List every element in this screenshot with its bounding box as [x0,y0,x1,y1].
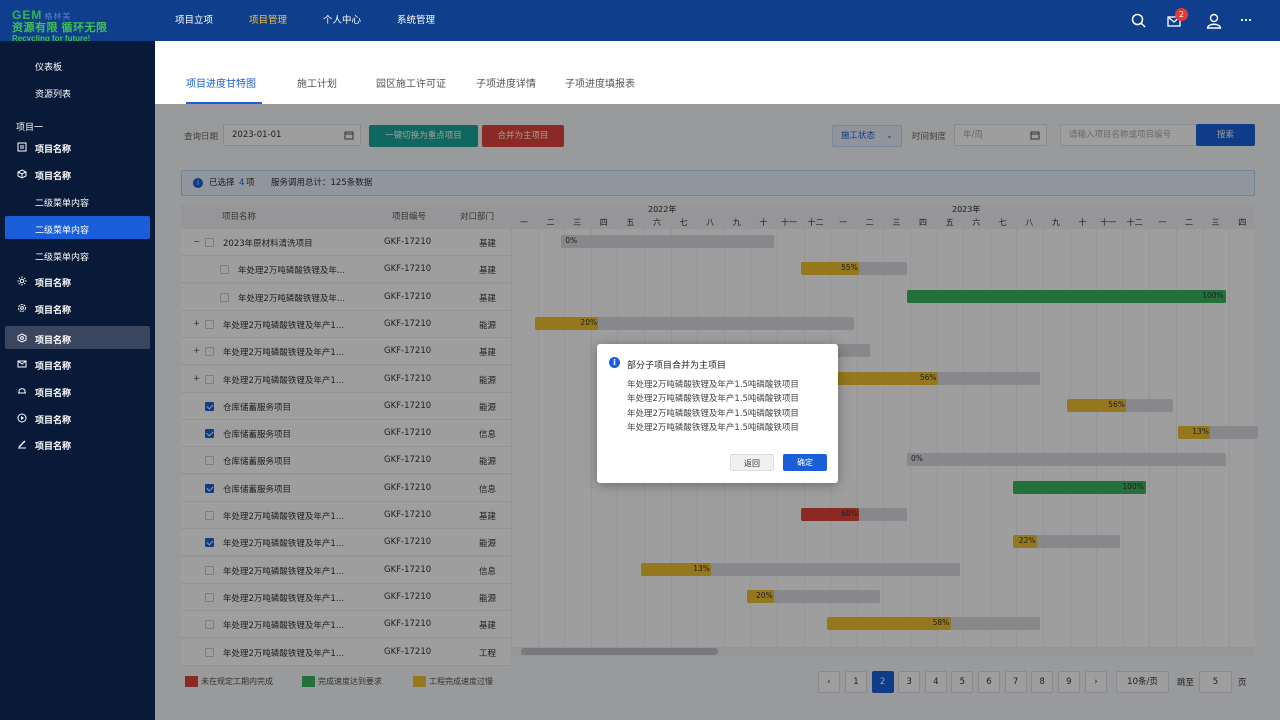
more-icon[interactable] [1238,12,1256,30]
tab-bar: 项目进度甘特图 施工计划 园区施工许可证 子项进度详情 子项进度填报表 [155,41,1280,104]
sidebar-item-label: 二级菜单内容 [35,199,90,209]
nav-item-project-setup[interactable]: 项目立项 [175,0,213,41]
sidebar-item-label: 项目名称 [35,389,72,399]
tab-subitem-report[interactable]: 子项进度填报表 [565,75,635,90]
play-icon [17,413,27,423]
hexagon-icon [17,333,27,343]
document-icon [17,142,27,152]
sidebar-item-label: 项目名称 [35,145,72,155]
sidebar-item-label: 资源列表 [35,90,72,100]
sidebar-subitem-2-selected[interactable]: 二级菜单内容 [5,216,150,239]
sidebar-item-project-5-hover[interactable]: 项目名称 [5,326,150,349]
search-icon[interactable] [1130,12,1148,30]
sidebar-group-title: 项目一 [16,123,44,133]
logo: GEM 格林美 资源有限 循环无限 Recycling for future! [12,8,152,43]
sidebar-item-label: 项目名称 [35,362,72,372]
modal-line: 年处理2万吨磷酸铁锂及年产1.5吨磷酸铁项目 [627,409,799,419]
user-icon[interactable] [1205,12,1223,30]
cube-icon [17,169,27,179]
sidebar-item-label: 二级菜单内容 [35,253,90,263]
nav-item-system-management[interactable]: 系统管理 [397,0,435,41]
tab-subitem-detail[interactable]: 子项进度详情 [476,75,536,90]
sidebar: 仪表板 资源列表 项目一 项目名称 项目名称 二级菜单内容 二级菜单内容 二级菜… [0,41,155,720]
sidebar-item-label: 项目名称 [35,442,72,452]
sidebar-item-label: 仪表板 [35,63,63,73]
nav-item-personal-center[interactable]: 个人中心 [323,0,361,41]
logo-slogan-cn: 资源有限 循环无限 [12,22,108,34]
modal-line: 年处理2万吨磷酸铁锂及年产1.5吨磷酸铁项目 [627,380,799,390]
modal-title: 部分子项目合并为主项目 [627,361,727,371]
sidebar-item-label: 项目名称 [35,336,72,346]
tab-gantt[interactable]: 项目进度甘特图 [186,75,256,90]
tab-park-permit[interactable]: 园区施工许可证 [376,75,446,90]
pen-icon [18,440,26,449]
sidebar-item-label: 项目名称 [35,416,72,426]
sidebar-item-label: 项目名称 [35,172,72,182]
bell-icon [18,388,26,394]
modal-line: 年处理2万吨磷酸铁锂及年产1.5吨磷酸铁项目 [627,394,799,404]
top-header: GEM 格林美 资源有限 循环无限 Recycling for future! 项… [0,0,1280,43]
sun-icon [17,276,27,286]
settings-icon [18,304,26,312]
modal-confirm-button[interactable]: 确定 [783,454,827,471]
nav-item-project-management[interactable]: 项目管理 [249,0,287,41]
modal-line: 年处理2万吨磷酸铁锂及年产1.5吨磷酸铁项目 [627,423,799,433]
merge-modal: i 部分子项目合并为主项目 年处理2万吨磷酸铁锂及年产1.5吨磷酸铁项目 年处理… [597,344,838,483]
sidebar-item-label: 项目名称 [35,306,72,316]
info-icon: i [609,357,620,368]
notification-badge: 2 [1175,8,1188,21]
sidebar-item-label: 二级菜单内容 [35,226,90,236]
top-nav: 项目立项 项目管理 个人中心 系统管理 [175,0,471,41]
mail-icon [17,360,27,368]
tab-construction-plan[interactable]: 施工计划 [297,75,337,90]
sidebar-item-label: 项目名称 [35,279,72,289]
modal-cancel-button[interactable]: 返回 [730,454,774,471]
